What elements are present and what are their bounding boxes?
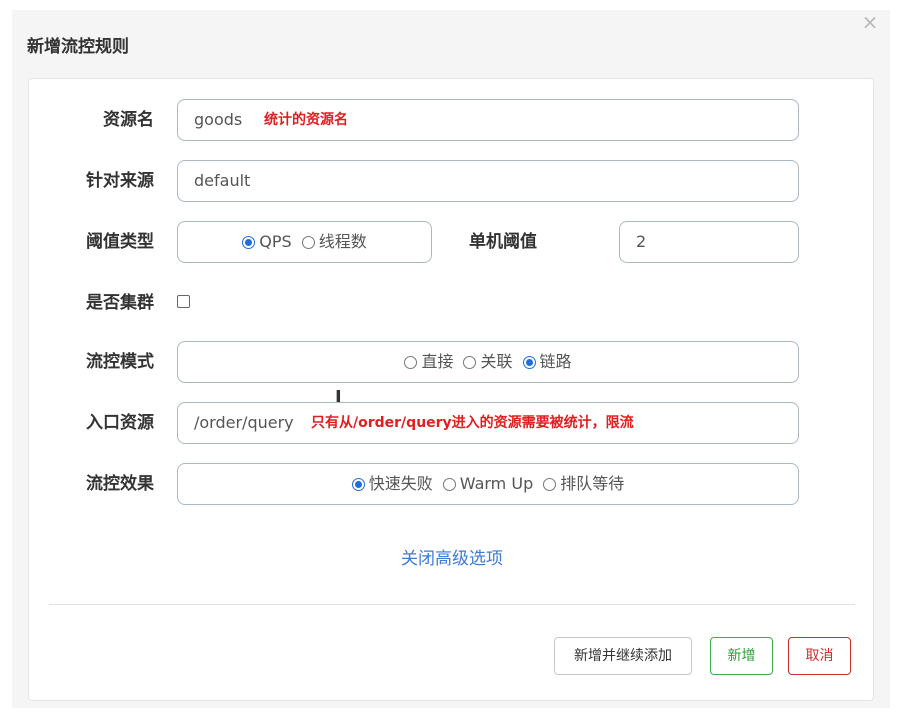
- radio-thread-count[interactable]: 线程数: [301, 222, 367, 262]
- control-effect-label: 流控效果: [86, 474, 154, 494]
- radio-queue-dot: [543, 477, 557, 491]
- radio-fast-fail-dot: [351, 477, 365, 491]
- radio-relate-label: 关联: [480, 352, 513, 371]
- radio-thread-count-label: 线程数: [318, 232, 367, 251]
- entry-resource-label: 入口资源: [86, 413, 154, 433]
- resource-name-value: goods: [194, 110, 243, 129]
- limit-app-value: default: [194, 171, 251, 190]
- resource-name-label: 资源名: [103, 110, 154, 130]
- threshold-type-group: QPS 线程数: [177, 221, 432, 263]
- radio-queue[interactable]: 排队等待: [543, 464, 624, 504]
- row-resource-name: 资源名 goods 统计的资源名: [29, 99, 875, 141]
- radio-thread-count-dot: [301, 235, 315, 249]
- form-panel: 资源名 goods 统计的资源名 针对来源 default 阈值类型 QPS 线…: [28, 78, 874, 701]
- cancel-button[interactable]: 取消: [788, 637, 851, 675]
- limit-app-label: 针对来源: [86, 171, 154, 191]
- radio-fast-fail-label: 快速失败: [368, 474, 433, 493]
- close-advanced-options-link[interactable]: 关闭高级选项: [29, 544, 875, 569]
- footer-divider: [49, 604, 855, 605]
- single-threshold-value: 2: [636, 232, 647, 251]
- radio-qps-label: QPS: [259, 232, 292, 251]
- radio-relate[interactable]: 关联: [463, 342, 513, 382]
- close-icon[interactable]: ×: [858, 10, 882, 34]
- radio-warm-up[interactable]: Warm Up: [442, 464, 534, 504]
- row-limit-app: 针对来源 default: [29, 160, 875, 202]
- row-control-mode: 流控模式 直接 关联 链路: [29, 341, 875, 383]
- control-mode-group: 直接 关联 链路: [177, 341, 799, 383]
- radio-direct[interactable]: 直接: [404, 342, 453, 382]
- add-and-continue-button[interactable]: 新增并继续添加: [554, 637, 692, 675]
- single-threshold-label: 单机阈值: [469, 232, 537, 252]
- control-effect-group: 快速失败 Warm Up 排队等待: [177, 463, 799, 505]
- row-threshold: 阈值类型 QPS 线程数 单机阈值 2: [29, 221, 875, 263]
- radio-relate-dot: [463, 355, 477, 369]
- dialog-title: 新增流控规则: [27, 37, 129, 57]
- limit-app-input[interactable]: default: [177, 160, 799, 202]
- control-mode-label: 流控模式: [86, 352, 154, 372]
- radio-warm-up-label: Warm Up: [459, 474, 534, 493]
- cluster-checkbox[interactable]: [177, 295, 190, 308]
- radio-chain-dot: [522, 355, 536, 369]
- radio-direct-label: 直接: [421, 352, 454, 371]
- resource-name-annotation: 统计的资源名: [264, 112, 348, 128]
- radio-direct-dot: [404, 355, 418, 369]
- entry-resource-annotation: 只有从/order/query进入的资源需要被统计，限流: [311, 415, 634, 431]
- resource-name-input[interactable]: goods 统计的资源名: [177, 99, 799, 141]
- radio-chain[interactable]: 链路: [522, 342, 572, 382]
- cluster-label: 是否集群: [86, 293, 154, 313]
- single-threshold-input[interactable]: 2: [619, 221, 799, 263]
- radio-qps-dot: [242, 235, 256, 249]
- entry-resource-input[interactable]: /order/query 只有从/order/query进入的资源需要被统计，限…: [177, 402, 799, 444]
- entry-resource-value: /order/query: [194, 413, 294, 432]
- radio-queue-label: 排队等待: [560, 474, 625, 493]
- flow-rule-dialog: 新增流控规则 × 资源名 goods 统计的资源名 针对来源 default 阈…: [12, 10, 890, 708]
- radio-chain-label: 链路: [539, 352, 572, 371]
- radio-fast-fail[interactable]: 快速失败: [351, 464, 433, 504]
- radio-qps[interactable]: QPS: [242, 222, 292, 262]
- threshold-type-label: 阈值类型: [86, 232, 154, 252]
- row-cluster: 是否集群: [29, 282, 875, 324]
- radio-warm-up-dot: [442, 477, 456, 491]
- add-button[interactable]: 新增: [710, 637, 773, 675]
- row-entry-resource: 入口资源 /order/query 只有从/order/query进入的资源需要…: [29, 402, 875, 444]
- row-control-effect: 流控效果 快速失败 Warm Up 排队等待: [29, 463, 875, 505]
